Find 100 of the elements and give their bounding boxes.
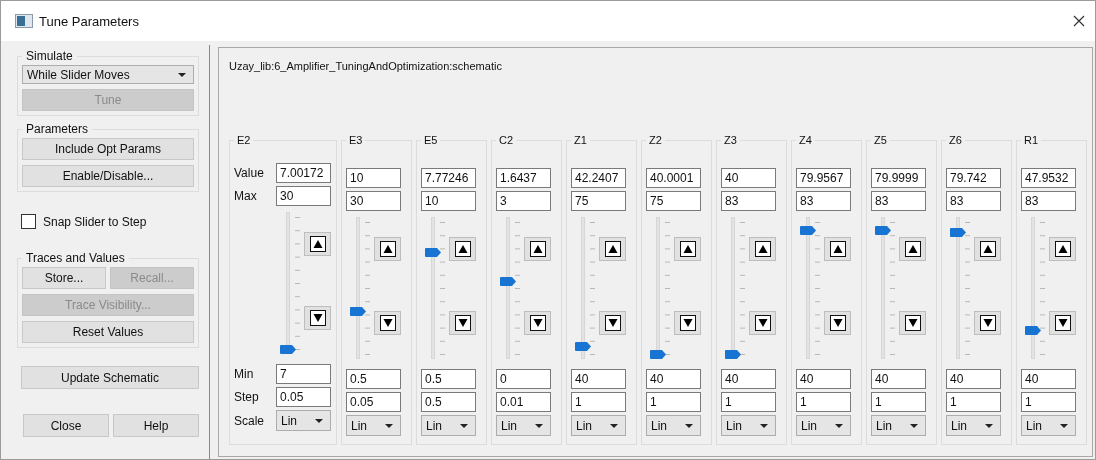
slider-thumb[interactable]: [950, 227, 966, 237]
value-field[interactable]: 7.00172: [276, 163, 331, 183]
value-field[interactable]: 40.0001: [646, 168, 701, 188]
slider-thumb[interactable]: [575, 342, 591, 351]
traces-button[interactable]: Store...: [22, 267, 106, 289]
slider-track[interactable]: [425, 217, 441, 359]
step-field[interactable]: 1: [946, 392, 1001, 412]
scale-dropdown[interactable]: Lin: [1021, 415, 1076, 436]
step-field[interactable]: 0.05: [346, 392, 401, 412]
step-down-button[interactable]: [304, 306, 331, 330]
step-up-button[interactable]: [974, 237, 1001, 261]
step-down-button[interactable]: [449, 311, 476, 335]
step-down-button[interactable]: [974, 311, 1001, 335]
value-field[interactable]: 79.742: [946, 168, 1001, 188]
step-down-button[interactable]: [1049, 311, 1076, 335]
max-field[interactable]: 83: [796, 191, 851, 211]
max-field[interactable]: 75: [571, 191, 626, 211]
step-down-button[interactable]: [899, 311, 926, 335]
step-up-button[interactable]: [524, 237, 551, 261]
step-field[interactable]: 1: [571, 392, 626, 412]
max-field[interactable]: 83: [1021, 191, 1076, 211]
min-field[interactable]: 0.5: [421, 369, 476, 389]
slider-thumb[interactable]: [800, 226, 816, 236]
value-field[interactable]: 40: [721, 168, 776, 188]
min-field[interactable]: 40: [646, 369, 701, 389]
scale-dropdown[interactable]: Lin: [721, 415, 776, 436]
update-schematic-button[interactable]: Update Schematic: [21, 366, 199, 389]
slider-thumb[interactable]: [500, 276, 516, 286]
slider-thumb[interactable]: [650, 350, 666, 359]
simulate-dropdown[interactable]: While Slider Moves: [22, 65, 194, 84]
max-field[interactable]: 30: [346, 191, 401, 211]
min-field[interactable]: 40: [946, 369, 1001, 389]
scale-dropdown[interactable]: Lin: [421, 415, 476, 436]
step-up-button[interactable]: [374, 237, 401, 261]
step-down-button[interactable]: [674, 311, 701, 335]
dialog-button[interactable]: Help: [113, 414, 199, 437]
max-field[interactable]: 3: [496, 191, 551, 211]
slider-thumb[interactable]: [875, 226, 891, 236]
min-field[interactable]: 7: [276, 364, 331, 384]
dialog-button[interactable]: Close: [23, 414, 109, 437]
scale-dropdown[interactable]: Lin: [646, 415, 701, 436]
value-field[interactable]: 1.6437: [496, 168, 551, 188]
slider-track[interactable]: [650, 217, 666, 359]
step-down-button[interactable]: [599, 311, 626, 335]
step-field[interactable]: 0.05: [276, 387, 331, 407]
slider-track[interactable]: [725, 217, 741, 359]
step-up-button[interactable]: [1049, 237, 1076, 261]
step-up-button[interactable]: [599, 237, 626, 261]
min-field[interactable]: 40: [871, 369, 926, 389]
step-field[interactable]: 1: [1021, 392, 1076, 412]
close-icon[interactable]: [1073, 15, 1085, 27]
scale-dropdown[interactable]: Lin: [496, 415, 551, 436]
scale-dropdown[interactable]: Lin: [871, 415, 926, 436]
slider-track[interactable]: [350, 217, 366, 359]
value-field[interactable]: 79.9999: [871, 168, 926, 188]
slider-track[interactable]: [800, 217, 816, 359]
step-up-button[interactable]: [449, 237, 476, 261]
step-down-button[interactable]: [824, 311, 851, 335]
value-field[interactable]: 7.77246: [421, 168, 476, 188]
step-down-button[interactable]: [749, 311, 776, 335]
slider-track[interactable]: [950, 217, 966, 359]
max-field[interactable]: 10: [421, 191, 476, 211]
slider-track[interactable]: [500, 217, 516, 359]
value-field[interactable]: 10: [346, 168, 401, 188]
min-field[interactable]: 0: [496, 369, 551, 389]
step-field[interactable]: 0.01: [496, 392, 551, 412]
max-field[interactable]: 30: [276, 186, 331, 206]
step-down-button[interactable]: [374, 311, 401, 335]
value-field[interactable]: 47.9532: [1021, 168, 1076, 188]
step-field[interactable]: 1: [721, 392, 776, 412]
step-field[interactable]: 1: [871, 392, 926, 412]
checkbox[interactable]: [21, 214, 36, 229]
slider-thumb[interactable]: [280, 345, 296, 354]
max-field[interactable]: 83: [946, 191, 1001, 211]
max-field[interactable]: 83: [871, 191, 926, 211]
step-up-button[interactable]: [749, 237, 776, 261]
parameters-button[interactable]: Include Opt Params: [22, 138, 194, 160]
scale-dropdown[interactable]: Lin: [571, 415, 626, 436]
slider-track[interactable]: [875, 217, 891, 359]
min-field[interactable]: 40: [1021, 369, 1076, 389]
min-field[interactable]: 40: [571, 369, 626, 389]
step-up-button[interactable]: [674, 237, 701, 261]
step-up-button[interactable]: [304, 232, 331, 256]
max-field[interactable]: 75: [646, 191, 701, 211]
scale-dropdown[interactable]: Lin: [276, 410, 331, 431]
max-field[interactable]: 83: [721, 191, 776, 211]
step-down-button[interactable]: [524, 311, 551, 335]
step-up-button[interactable]: [899, 237, 926, 261]
traces-button[interactable]: Reset Values: [22, 321, 194, 343]
step-field[interactable]: 1: [796, 392, 851, 412]
slider-track[interactable]: [575, 217, 591, 359]
value-field[interactable]: 79.9567: [796, 168, 851, 188]
min-field[interactable]: 40: [796, 369, 851, 389]
slider-thumb[interactable]: [350, 307, 366, 317]
step-field[interactable]: 1: [646, 392, 701, 412]
slider-thumb[interactable]: [425, 247, 441, 257]
parameters-button[interactable]: Enable/Disable...: [22, 165, 194, 187]
step-field[interactable]: 0.5: [421, 392, 476, 412]
value-field[interactable]: 42.2407: [571, 168, 626, 188]
scale-dropdown[interactable]: Lin: [946, 415, 1001, 436]
